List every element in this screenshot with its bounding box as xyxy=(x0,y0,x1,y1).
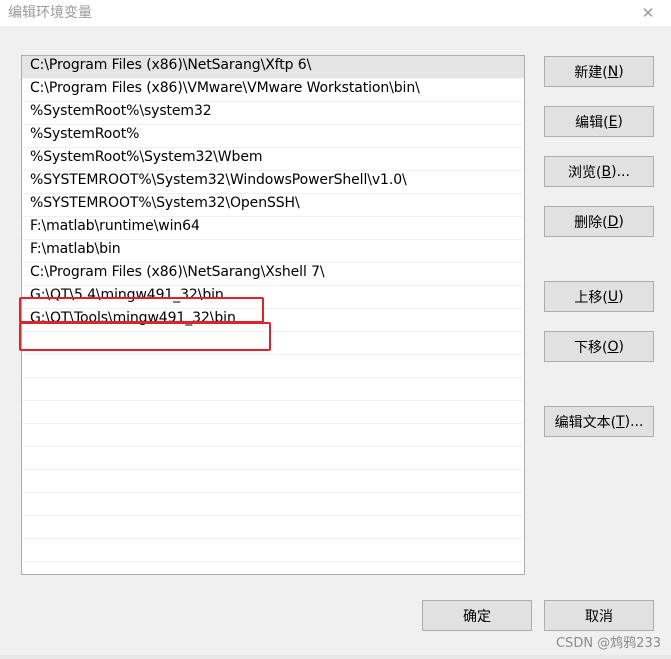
empty-row[interactable] xyxy=(22,355,524,378)
list-item[interactable]: %SystemRoot%\system32 xyxy=(22,102,524,125)
browse-button[interactable]: 浏览(B)... xyxy=(544,156,654,187)
new-button-end: ) xyxy=(618,63,624,80)
list-item[interactable]: %SYSTEMROOT%\System32\WindowsPowerShell\… xyxy=(22,171,524,194)
empty-row[interactable] xyxy=(22,516,524,539)
empty-row[interactable] xyxy=(22,424,524,447)
new-button-key: N xyxy=(607,63,619,80)
list-item[interactable]: C:\Program Files (x86)\VMware\VMware Wor… xyxy=(22,79,524,102)
list-item-text: F:\matlab\runtime\win64 xyxy=(30,218,200,234)
watermark: CSDN @鸩鸦233 xyxy=(555,636,661,651)
list-item-text: F:\matlab\bin xyxy=(30,241,121,257)
move-up-button-label: 上移( xyxy=(574,289,608,306)
move-down-button[interactable]: 下移(O) xyxy=(544,331,654,362)
window-title: 编辑环境变量 xyxy=(8,5,92,21)
edit-text-button-label: 编辑文本( xyxy=(554,414,617,431)
move-down-button-end: ) xyxy=(618,338,624,355)
delete-button-label: 删除( xyxy=(574,214,608,231)
move-down-button-label: 下移( xyxy=(574,339,608,356)
bottom-border xyxy=(0,655,671,659)
edit-button-key: E xyxy=(608,113,618,130)
list-item[interactable]: F:\matlab\bin xyxy=(22,240,524,263)
list-item-text: G:\QT\Tools\mingw491_32\bin xyxy=(30,310,236,326)
cancel-button[interactable]: 取消 xyxy=(544,600,654,631)
list-item-text: %SYSTEMROOT%\System32\OpenSSH\ xyxy=(30,195,300,211)
new-button[interactable]: 新建(N) xyxy=(544,56,654,87)
browse-button-key: B xyxy=(601,163,612,180)
path-list[interactable]: C:\Program Files (x86)\NetSarang\Xftp 6\… xyxy=(21,55,525,575)
empty-row[interactable] xyxy=(22,378,524,401)
list-item-text: %SYSTEMROOT%\System32\WindowsPowerShell\… xyxy=(30,172,407,188)
list-item[interactable]: G:\QT\Tools\mingw491_32\bin xyxy=(22,309,524,332)
ok-button-label: 确定 xyxy=(463,608,491,625)
cancel-button-label: 取消 xyxy=(585,608,613,625)
new-button-label: 新建( xyxy=(574,64,608,81)
empty-row[interactable] xyxy=(22,447,524,470)
delete-button-key: D xyxy=(607,213,619,230)
list-item-text: %SystemRoot%\System32\Wbem xyxy=(30,149,263,165)
list-item[interactable]: F:\matlab\runtime\win64 xyxy=(22,217,524,240)
list-item[interactable]: %SYSTEMROOT%\System32\OpenSSH\ xyxy=(22,194,524,217)
empty-row[interactable] xyxy=(22,401,524,424)
list-item-text: C:\Program Files (x86)\NetSarang\Xshell … xyxy=(30,264,325,280)
list-item-text: %SystemRoot% xyxy=(30,126,140,142)
title-bar: 编辑环境变量 ✕ xyxy=(0,0,671,26)
move-up-button-end: ) xyxy=(618,288,624,305)
browse-button-label: 浏览( xyxy=(568,164,602,181)
edit-button-label: 编辑( xyxy=(575,114,609,131)
ok-button[interactable]: 确定 xyxy=(422,600,532,631)
list-item[interactable]: G:\QT\5.4\mingw491_32\bin xyxy=(22,286,524,309)
list-item-text: %SystemRoot%\system32 xyxy=(30,103,212,119)
edit-text-button[interactable]: 编辑文本(T)... xyxy=(544,406,654,437)
edit-button-end: ) xyxy=(617,113,623,130)
close-icon[interactable]: ✕ xyxy=(625,0,671,26)
list-item-text: G:\QT\5.4\mingw491_32\bin xyxy=(30,287,224,303)
delete-button[interactable]: 删除(D) xyxy=(544,206,654,237)
list-item-text: C:\Program Files (x86)\VMware\VMware Wor… xyxy=(30,80,420,96)
list-item[interactable]: C:\Program Files (x86)\NetSarang\Xftp 6\ xyxy=(22,56,524,79)
browse-button-end: )... xyxy=(611,163,630,180)
list-item[interactable]: %SystemRoot%\System32\Wbem xyxy=(22,148,524,171)
empty-row[interactable] xyxy=(22,539,524,562)
delete-button-end: ) xyxy=(618,213,624,230)
edit-text-button-key: T xyxy=(616,413,625,430)
edit-text-button-end: )... xyxy=(624,413,644,430)
empty-row[interactable] xyxy=(22,470,524,493)
list-item-text: C:\Program Files (x86)\NetSarang\Xftp 6\ xyxy=(30,57,312,73)
list-item[interactable]: C:\Program Files (x86)\NetSarang\Xshell … xyxy=(22,263,524,286)
list-item[interactable]: %SystemRoot% xyxy=(22,125,524,148)
empty-row[interactable] xyxy=(22,332,524,355)
edit-button[interactable]: 编辑(E) xyxy=(544,106,654,137)
empty-row[interactable] xyxy=(22,493,524,516)
move-up-button-key: U xyxy=(607,288,619,305)
move-down-button-key: O xyxy=(607,338,619,355)
move-up-button[interactable]: 上移(U) xyxy=(544,281,654,312)
